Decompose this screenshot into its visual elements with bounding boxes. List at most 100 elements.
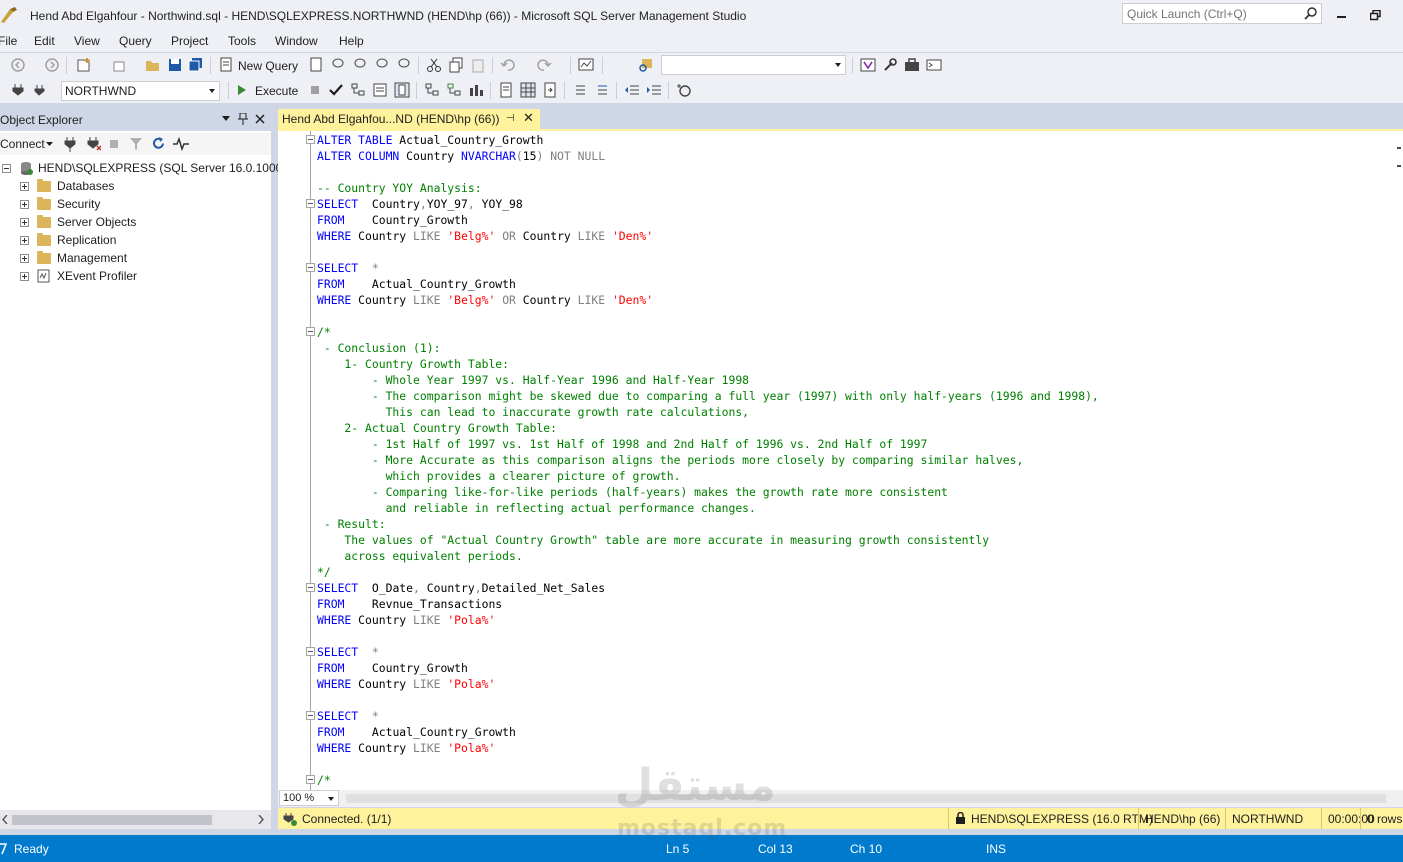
collapse-region-icon[interactable]: [306, 647, 315, 656]
window-position-icon[interactable]: [222, 116, 230, 122]
connect-icon[interactable]: [10, 82, 26, 98]
code-line[interactable]: FROM Actual_Country_Growth: [317, 724, 516, 740]
code-line[interactable]: WHERE Country LIKE 'Pola%': [317, 612, 495, 628]
collapse-region-icon[interactable]: [306, 199, 315, 208]
close-icon[interactable]: [255, 114, 265, 124]
cut-icon[interactable]: [426, 57, 442, 73]
query-options-icon[interactable]: [372, 82, 388, 98]
code-line[interactable]: - 1st Half of 1997 vs. 1st Half of 1998 …: [317, 436, 927, 452]
code-line[interactable]: - Whole Year 1997 vs. Half-Year 1996 and…: [317, 372, 749, 388]
code-line[interactable]: 2- Actual Country Growth Table:: [317, 420, 557, 436]
expand-icon[interactable]: [20, 235, 29, 245]
add-item-icon[interactable]: [112, 57, 128, 73]
available-databases-combo[interactable]: NORTHWND: [61, 81, 220, 101]
code-line[interactable]: ALTER TABLE Actual_Country_Growth: [317, 132, 543, 148]
code-line[interactable]: WHERE Country LIKE 'Belg%' OR Country LI…: [317, 292, 653, 308]
tree-node-management[interactable]: Management: [20, 249, 127, 267]
code-line[interactable]: */: [317, 564, 331, 580]
expand-icon[interactable]: [20, 253, 29, 263]
execute-button[interactable]: Execute: [255, 84, 298, 98]
code-line[interactable]: WHERE Country LIKE 'Pola%': [317, 740, 495, 756]
expand-icon[interactable]: [20, 181, 29, 191]
quick-launch-box[interactable]: [1122, 3, 1322, 24]
expand-icon[interactable]: [20, 271, 29, 281]
code-line[interactable]: - Comparing like-for-like periods (half-…: [317, 484, 948, 500]
search-icon[interactable]: [1303, 6, 1318, 21]
client-statistics-icon[interactable]: [468, 82, 484, 98]
code-line[interactable]: SELECT *: [317, 260, 379, 276]
activity-monitor-icon[interactable]: [173, 137, 189, 151]
increase-indent-icon[interactable]: [646, 82, 662, 98]
scrollbar-thumb[interactable]: [12, 815, 212, 825]
zoom-combo[interactable]: 100 %: [279, 790, 339, 806]
code-line[interactable]: SELECT O_Date, Country,Detailed_Net_Sale…: [317, 580, 605, 596]
sql-editor[interactable]: ALTER TABLE Actual_Country_Growth ALTER C…: [278, 129, 1403, 790]
forward-icon[interactable]: [44, 57, 60, 73]
collapse-region-icon[interactable]: [306, 775, 315, 784]
code-line[interactable]: FROM Country_Growth: [317, 660, 468, 676]
connect-icon[interactable]: [63, 136, 77, 152]
code-line[interactable]: and reliable in reflecting actual perfor…: [317, 500, 756, 516]
code-line[interactable]: SELECT Country,YOY_97, YOY_98: [317, 196, 523, 212]
editor-horizontal-scrollbar[interactable]: [346, 794, 1386, 803]
scroll-left-icon[interactable]: [2, 815, 8, 824]
code-line[interactable]: which provides a clearer picture of grow…: [317, 468, 681, 484]
restore-button[interactable]: [1364, 6, 1386, 24]
command-window-icon[interactable]: [926, 57, 942, 73]
code-line[interactable]: The values of "Actual Country Growth" ta…: [317, 532, 989, 548]
collapse-region-icon[interactable]: [306, 711, 315, 720]
pin-icon[interactable]: ⊣: [506, 113, 515, 124]
auto-hide-pin-icon[interactable]: [238, 113, 248, 125]
refresh-icon[interactable]: [151, 136, 166, 151]
code-line[interactable]: - Conclusion (1):: [317, 340, 441, 356]
menu-window[interactable]: Window: [275, 34, 318, 48]
xmla-query-icon[interactable]: [374, 57, 390, 73]
live-query-stats-icon[interactable]: [446, 82, 462, 98]
code-line[interactable]: FROM Actual_Country_Growth: [317, 276, 516, 292]
collapse-icon[interactable]: [2, 163, 11, 173]
tree-node-security[interactable]: Security: [20, 195, 100, 213]
tree-node-xevent-profiler[interactable]: XEvent Profiler: [20, 267, 137, 285]
code-line[interactable]: - Result:: [317, 516, 386, 532]
code-line[interactable]: ALTER COLUMN Country NVARCHAR(15) NOT NU…: [317, 148, 605, 164]
menu-query[interactable]: Query: [119, 34, 152, 48]
cancel-query-icon[interactable]: [307, 82, 323, 98]
results-to-text-icon[interactable]: [498, 82, 514, 98]
code-line[interactable]: SELECT *: [317, 708, 379, 724]
menu-tools[interactable]: Tools: [228, 34, 256, 48]
execute-icon[interactable]: [234, 82, 250, 98]
connect-button[interactable]: Connect: [0, 137, 45, 151]
decrease-indent-icon[interactable]: [624, 82, 640, 98]
results-to-grid-icon[interactable]: [520, 82, 536, 98]
code-line[interactable]: /*: [317, 324, 331, 340]
collapse-region-icon[interactable]: [306, 263, 315, 272]
undo-icon[interactable]: [500, 57, 516, 73]
parse-icon[interactable]: [328, 82, 344, 98]
collapse-region-icon[interactable]: [306, 327, 315, 336]
intellisense-icon[interactable]: [394, 82, 410, 98]
new-project-icon[interactable]: [76, 57, 92, 73]
results-to-file-icon[interactable]: [542, 82, 558, 98]
display-estimated-plan-icon[interactable]: [350, 82, 366, 98]
tree-node-databases[interactable]: Databases: [20, 177, 114, 195]
include-actual-plan-icon[interactable]: [424, 82, 440, 98]
toolbox-icon[interactable]: [904, 57, 920, 73]
dmx-query-icon[interactable]: [352, 57, 368, 73]
new-query-icon[interactable]: [218, 57, 234, 73]
code-line[interactable]: across equivalent periods.: [317, 548, 522, 564]
code-line[interactable]: WHERE Country LIKE 'Belg%' OR Country LI…: [317, 228, 653, 244]
tree-node-server-objects[interactable]: Server Objects: [20, 213, 136, 231]
code-line[interactable]: This can lead to inaccurate growth rate …: [317, 404, 749, 420]
scroll-right-icon[interactable]: [258, 815, 264, 824]
save-all-icon[interactable]: [188, 57, 204, 73]
expand-icon[interactable]: [20, 199, 29, 209]
menu-file[interactable]: File: [0, 34, 17, 48]
copy-icon[interactable]: [448, 57, 464, 73]
specify-template-values-icon[interactable]: [676, 82, 692, 98]
open-file-icon[interactable]: [145, 57, 161, 73]
collapse-region-icon[interactable]: [306, 583, 315, 592]
database-engine-query-icon[interactable]: [308, 57, 324, 73]
code-line[interactable]: 1- Country Growth Table:: [317, 356, 509, 372]
menu-help[interactable]: Help: [339, 34, 364, 48]
properties-icon[interactable]: [882, 57, 898, 73]
